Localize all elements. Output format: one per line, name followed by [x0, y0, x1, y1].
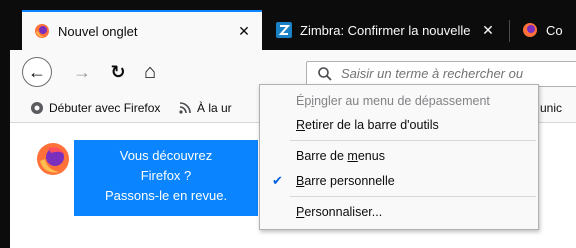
- toolbar-context-menu: Épingler au menu de dépassement Retirer …: [259, 84, 539, 230]
- tab-title: Nouvel onglet: [58, 23, 138, 39]
- menu-item-customize[interactable]: Personnaliser...: [260, 200, 538, 224]
- menu-label-part: enus: [357, 149, 385, 163]
- tab-title: Co: [546, 22, 563, 38]
- callout-line: Vous découvrez: [119, 148, 213, 163]
- forward-arrow-icon: →: [73, 61, 91, 82]
- firefox-logo-icon: [37, 143, 69, 175]
- bookmark-folder[interactable]: unic: [540, 98, 562, 118]
- firefox-icon: [523, 23, 537, 37]
- bookmark-label: À la ur: [197, 101, 232, 115]
- menu-item-pin-overflow: Épingler au menu de dépassement: [260, 89, 538, 113]
- menu-label-part: Barre de: [296, 149, 348, 163]
- tab-separator: [509, 20, 510, 42]
- menu-label-part: etirer de la barre d'outils: [305, 118, 439, 132]
- reload-icon: ↻: [110, 61, 126, 82]
- menu-label-part: arre personnelle: [304, 174, 395, 188]
- menu-accesskey: m: [347, 149, 358, 163]
- bookmark-label: Débuter avec Firefox: [49, 101, 161, 115]
- menu-separator: [290, 196, 536, 197]
- menu-accesskey: R: [296, 118, 306, 132]
- menu-label-part: ngler au menu de dépassement: [314, 94, 490, 108]
- back-arrow-icon: ←: [28, 61, 46, 82]
- back-button[interactable]: ←: [22, 57, 52, 87]
- home-icon: ⌂: [143, 60, 157, 83]
- menu-item-bookmarks-toolbar[interactable]: ✔ Barre personnelle: [260, 169, 538, 193]
- bookmark-debuter[interactable]: Débuter avec Firefox: [30, 98, 160, 118]
- tab-zimbra[interactable]: Zimbra: Confirmer la nouvelle ✕: [266, 10, 506, 50]
- checkmark-icon: ✔: [272, 173, 283, 188]
- search-icon: [318, 67, 332, 81]
- window-frame-top: [0, 0, 576, 10]
- menu-item-remove-from-toolbar[interactable]: Retirer de la barre d'outils: [260, 113, 538, 137]
- gear-icon: [30, 101, 44, 115]
- callout-line: Firefox ?: [140, 168, 192, 183]
- tab-partial[interactable]: Co: [512, 10, 576, 50]
- tab-title: Zimbra: Confirmer la nouvelle: [300, 22, 471, 38]
- reload-button[interactable]: ↻: [104, 58, 132, 86]
- close-tab-icon[interactable]: ✕: [234, 23, 254, 40]
- bookmark-a-la-une[interactable]: À la ur: [178, 98, 232, 118]
- zimbra-icon: [276, 22, 292, 38]
- home-button[interactable]: ⌂: [136, 58, 164, 86]
- menu-label-part: ersonnaliser...: [304, 205, 383, 219]
- onboarding-callout[interactable]: Vous découvrez Firefox ? Passons-le en r…: [74, 140, 258, 216]
- menu-item-menu-bar[interactable]: Barre de menus: [260, 144, 538, 168]
- callout-line: Passons-le en revue.: [104, 188, 228, 203]
- bookmark-label: unic: [540, 101, 563, 115]
- rss-icon: [178, 101, 192, 115]
- close-tab-icon[interactable]: ✕: [478, 22, 498, 39]
- tab-nouvel-onglet[interactable]: Nouvel onglet ✕: [22, 10, 262, 50]
- firefox-icon: [35, 24, 49, 38]
- window-frame-left: [0, 0, 10, 248]
- url-placeholder: Saisir un terme à rechercher ou: [341, 66, 524, 81]
- menu-separator: [290, 140, 536, 141]
- forward-button[interactable]: →: [68, 58, 96, 86]
- menu-label-part: Ép: [296, 94, 312, 108]
